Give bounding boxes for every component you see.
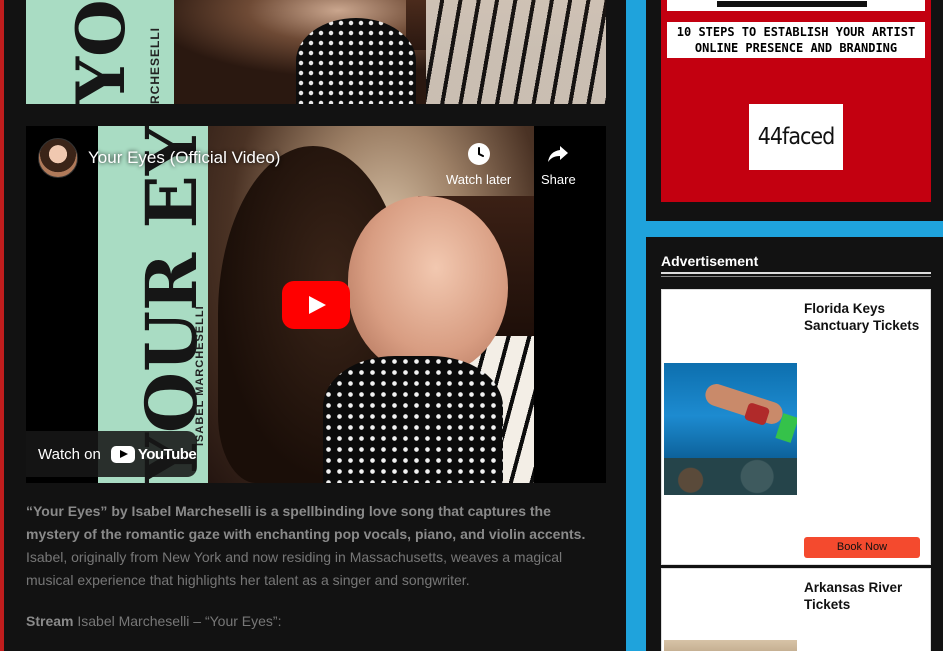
cover-title: YOUR (62, 0, 140, 104)
river-image[interactable] (664, 640, 797, 651)
watch-on-youtube-button[interactable]: Watch on YouTube (26, 431, 197, 477)
diver-shape (702, 381, 786, 427)
album-cover-image: YOUR RCHESELLI (26, 0, 606, 104)
ad-card[interactable]: Florida Keys Sanctuary Tickets Book Now (661, 289, 931, 565)
polka-dot-dress (323, 356, 503, 483)
promo-headline-line2: ONLINE PRESENCE AND BRANDING (694, 41, 898, 55)
promo-banner[interactable]: 10 STEPS TO ESTABLISH YOUR ARTIST ONLINE… (661, 0, 931, 202)
youtube-embed[interactable]: YOUR EYES ISABEL MARCHESELLI Your Eyes (… (26, 126, 606, 483)
intro-text: Isabel, originally from New York and now… (26, 549, 563, 588)
video-title[interactable]: Your Eyes (Official Video) (88, 148, 280, 168)
cover-artist: RCHESELLI (148, 26, 162, 104)
article-body: “Your Eyes” by Isabel Marcheselli is a s… (26, 500, 606, 651)
cover-artist: ISABEL MARCHESELLI (194, 305, 206, 446)
clock-icon (467, 143, 490, 165)
article-paragraph: “Your Eyes” by Isabel Marcheselli is a s… (26, 500, 606, 592)
strip-bar (717, 1, 867, 7)
divider (661, 272, 931, 274)
intro-bold-text: “Your Eyes” by Isabel Marcheselli is a s… (26, 503, 586, 542)
channel-avatar[interactable] (38, 138, 78, 178)
youtube-play-icon (110, 445, 135, 463)
reef-shape (664, 458, 797, 495)
play-button[interactable] (282, 281, 350, 329)
advertisement-widget: Advertisement Florida Keys Sanctuary Tic… (646, 237, 943, 651)
share-arrow-icon (548, 146, 569, 162)
main-content: YOUR RCHESELLI YOUR EYES ISABEL MARCHESE… (0, 0, 626, 651)
divider (661, 276, 931, 277)
cover-panel: YOUR EYES ISABEL MARCHESELLI (98, 126, 208, 483)
cover-panel: YOUR RCHESELLI (26, 0, 174, 104)
left-accent-line (0, 0, 4, 651)
watch-on-label: Watch on (38, 445, 101, 463)
stream-paragraph: Stream Isabel Marcheselli – “Your Eyes”: (26, 610, 606, 633)
polka-dot-dress (296, 18, 416, 104)
ad-card[interactable]: Arkansas River Tickets (661, 568, 931, 651)
ad-title[interactable]: Florida Keys Sanctuary Tickets (804, 300, 924, 334)
promo-top-strip (667, 0, 925, 11)
youtube-wordmark: YouTube (137, 445, 197, 463)
promo-brand-logo: 44faced (749, 104, 843, 170)
watch-later-label: Watch later (446, 172, 512, 187)
watch-later-button[interactable]: Watch later (446, 142, 511, 187)
ad-title[interactable]: Arkansas River Tickets (804, 579, 924, 613)
share-button[interactable]: Share (541, 142, 576, 187)
face-shape (348, 196, 508, 376)
promo-headline-line1: 10 STEPS TO ESTABLISH YOUR ARTIST (676, 25, 916, 39)
piano-keys (426, 0, 606, 104)
stream-label: Stream (26, 613, 74, 629)
promo-headline: 10 STEPS TO ESTABLISH YOUR ARTIST ONLINE… (667, 22, 925, 58)
snorkel-diver-image[interactable] (664, 363, 797, 495)
stream-text: Isabel Marcheselli – “Your Eyes”: (73, 613, 282, 629)
book-now-button[interactable]: Book Now (804, 537, 920, 558)
youtube-logo: YouTube (110, 445, 197, 463)
share-label: Share (541, 172, 576, 187)
ad-heading: Advertisement (661, 253, 759, 269)
